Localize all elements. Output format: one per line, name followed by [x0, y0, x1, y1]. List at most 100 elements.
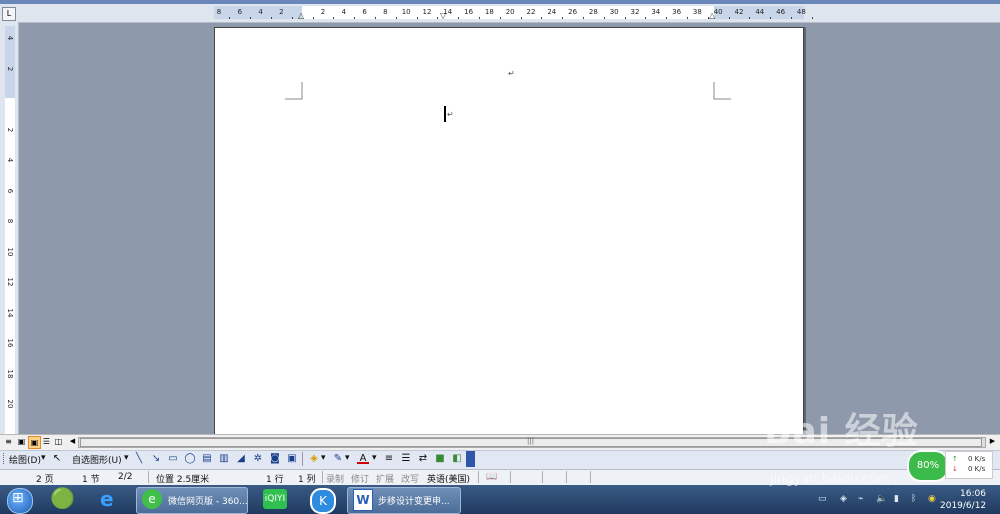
ruler-tick-label: 8: [383, 8, 388, 16]
k-app-icon[interactable]: K: [310, 488, 336, 514]
ruler-tick: [437, 17, 439, 19]
fill-color-dropdown-icon[interactable]: ▾: [321, 453, 326, 463]
oval-icon[interactable]: ◯: [184, 453, 196, 464]
ruler-tick: [354, 17, 356, 19]
network-signal-icon[interactable]: ▮: [894, 494, 899, 504]
ruler-tick-label: 8: [216, 8, 222, 16]
fill-color-icon[interactable]: ◈: [308, 453, 320, 464]
web-layout-view-button[interactable]: ▣: [16, 436, 27, 447]
draw-menu-button[interactable]: 绘图(D): [9, 453, 41, 466]
draw-menu-dropdown-icon[interactable]: ▾: [41, 453, 46, 463]
ruler-tick: [375, 17, 376, 19]
ie-browser-icon[interactable]: e: [100, 487, 114, 511]
vertical-ruler-tick-label: 4: [6, 157, 14, 163]
status-line: 1 行: [266, 475, 284, 485]
autoshapes-dropdown-icon[interactable]: ▾: [124, 453, 129, 463]
usb-icon[interactable]: ⌁: [858, 494, 863, 504]
vertical-ruler-tick-label: 12: [6, 277, 14, 287]
status-language[interactable]: 英语(美国): [427, 472, 470, 485]
upload-speed: 0 K/s: [968, 455, 986, 463]
ruler-tick: [291, 17, 293, 19]
font-color-dropdown-icon[interactable]: ▾: [372, 453, 377, 463]
toolbar-grip[interactable]: [3, 453, 7, 464]
ruler-tick: [791, 17, 792, 19]
shield-icon[interactable]: ◈: [840, 494, 847, 504]
iqiyi-icon[interactable]: iQIYI: [263, 489, 287, 509]
arrow-style-icon[interactable]: ⇄: [417, 453, 429, 464]
baidu-watermark-url: jingyan.baidu.com: [770, 472, 890, 487]
ruler-tick: [749, 17, 751, 19]
select-arrow-icon[interactable]: ↖: [51, 453, 63, 464]
clip-art-icon[interactable]: ◙: [269, 453, 281, 464]
ruler-tick-label: 22: [526, 8, 536, 16]
rectangle-icon[interactable]: ▭: [167, 453, 179, 464]
toolbar-options-button[interactable]: [466, 451, 475, 467]
text-cursor: [444, 106, 446, 122]
ruler-tick-label: 26: [568, 8, 578, 16]
ruler-tick-label: 12: [422, 8, 432, 16]
tab-stop-selector[interactable]: L: [2, 7, 16, 21]
body-paragraph-mark: ↵: [447, 110, 454, 119]
line-color-icon[interactable]: ✎: [332, 453, 344, 464]
network-speed-badge[interactable]: 80%: [907, 450, 949, 482]
ruler-tick: [583, 17, 584, 19]
ruler-tick-label: 4: [341, 8, 347, 16]
clock-date[interactable]: 2019/6/12: [940, 501, 986, 511]
right-indent-marker[interactable]: △: [709, 11, 715, 20]
print-layout-view-button[interactable]: ▣: [28, 436, 41, 449]
scroll-right-arrow[interactable]: ▶: [987, 436, 998, 447]
ruler-tick-label: 34: [651, 8, 661, 16]
status-separator: [322, 471, 323, 483]
wordart-icon[interactable]: ◢: [235, 453, 247, 464]
normal-view-button[interactable]: ≡: [3, 436, 14, 447]
dash-style-icon[interactable]: ☰: [400, 453, 412, 464]
ruler-tick-label: 20: [505, 8, 515, 16]
text-box-icon[interactable]: ▤: [201, 453, 213, 464]
3d-style-icon[interactable]: ◧: [451, 453, 463, 464]
line-icon[interactable]: ╲: [133, 453, 145, 464]
status-track-changes[interactable]: 修订: [351, 472, 369, 485]
status-extend[interactable]: 扩展: [376, 472, 394, 485]
download-arrow-icon: ↓: [952, 465, 958, 473]
reading-view-button[interactable]: ◫: [53, 436, 64, 447]
ruler-tick-label: 6: [362, 8, 367, 16]
program-launcher-icon[interactable]: 🟢: [50, 486, 75, 510]
line-style-icon[interactable]: ≡: [383, 453, 395, 464]
spelling-check-icon[interactable]: 📖: [486, 472, 497, 482]
first-line-indent-marker[interactable]: ▽: [440, 11, 446, 20]
autoshapes-menu-button[interactable]: 自选图形(U): [72, 453, 122, 466]
font-color-icon[interactable]: A: [357, 453, 369, 464]
keyboard-icon[interactable]: ▭: [818, 494, 827, 504]
vertical-ruler-tick-label: 18: [6, 369, 14, 378]
volume-icon[interactable]: 🔈: [876, 494, 887, 504]
ruler-tick-label: 16: [464, 8, 474, 16]
scroll-left-arrow[interactable]: ◀: [67, 436, 78, 447]
ruler-tick: [479, 17, 480, 19]
left-indent-marker[interactable]: △: [298, 11, 304, 20]
picture-icon[interactable]: ▣: [286, 453, 298, 464]
clock-time[interactable]: 16:06: [960, 489, 986, 499]
ruler-tick-label: 32: [630, 8, 640, 16]
ruler-tick: [458, 17, 460, 19]
baidu-watermark-logo: Bai 经验: [764, 411, 919, 452]
ruler-tick-label: 44: [755, 8, 765, 16]
outline-view-button[interactable]: ☰: [41, 436, 52, 447]
status-overtype[interactable]: 改写: [401, 472, 419, 485]
arrow-icon[interactable]: ↘: [150, 453, 162, 464]
ruler-tick: [416, 17, 418, 19]
status-separator: [590, 471, 591, 483]
ruler-tick: [541, 17, 543, 19]
status-position: 位置 2.5厘米: [156, 475, 210, 485]
status-record[interactable]: 录制: [326, 472, 344, 485]
line-color-dropdown-icon[interactable]: ▾: [345, 453, 350, 463]
diagram-icon[interactable]: ✲: [252, 453, 264, 464]
ruler-tick: [312, 17, 314, 19]
ruler-tick: [624, 17, 626, 19]
ruler-tick: [395, 17, 397, 19]
vertical-text-box-icon[interactable]: ▥: [218, 453, 230, 464]
bluetooth-icon[interactable]: ᛒ: [911, 494, 916, 504]
shadow-style-icon[interactable]: ■: [434, 453, 446, 464]
ruler-tick-label: 4: [258, 8, 263, 16]
security-app-icon[interactable]: ◉: [928, 494, 936, 504]
status-separator: [148, 471, 149, 483]
